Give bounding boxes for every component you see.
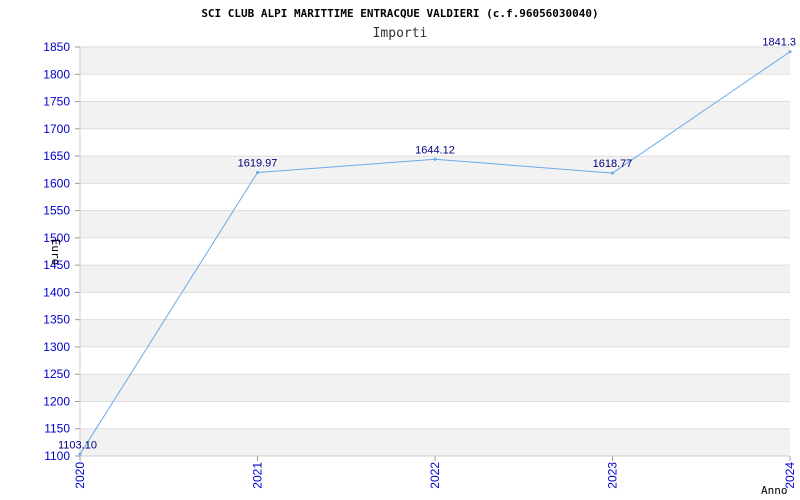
data-label: 1841.3 xyxy=(762,37,796,49)
data-point xyxy=(256,170,259,174)
x-tick-label: 2023 xyxy=(606,462,620,489)
y-tick-label: 1550 xyxy=(43,204,70,218)
y-tick-label: 1400 xyxy=(43,285,70,299)
y-tick-label: 1750 xyxy=(43,95,70,109)
y-tick-label: 1150 xyxy=(44,422,70,436)
grid-band xyxy=(80,374,790,402)
y-tick-label: 1700 xyxy=(43,122,70,136)
y-tick-label: 1250 xyxy=(43,367,70,381)
grid-band xyxy=(80,428,790,456)
data-label: 1103.10 xyxy=(58,439,97,451)
data-label: 1618.77 xyxy=(593,158,633,170)
x-tick-label: 2020 xyxy=(73,462,87,489)
data-label: 1644.12 xyxy=(415,144,455,156)
grid-band xyxy=(80,47,790,75)
grid-band xyxy=(80,265,790,293)
data-label: 1619.97 xyxy=(238,157,278,169)
x-axis-ticks: 2020 2021 2022 2023 2024 xyxy=(73,456,797,489)
chart-subtitle: Importi xyxy=(373,26,428,41)
y-tick-label: 1650 xyxy=(43,149,70,163)
data-point xyxy=(433,157,437,161)
x-axis-label: Anno xyxy=(761,484,788,497)
grid-bands xyxy=(80,47,790,456)
data-point xyxy=(788,50,792,54)
y-tick-label: 1800 xyxy=(43,67,70,81)
y-tick-label: 1600 xyxy=(43,176,70,190)
line-chart: SCI CLUB ALPI MARITTIME ENTRACQUE VALDIE… xyxy=(43,7,797,497)
data-point xyxy=(611,171,614,175)
data-point xyxy=(78,452,82,456)
x-tick-label: 2022 xyxy=(428,462,442,489)
y-tick-label: 1200 xyxy=(43,394,70,408)
y-axis-label: Euro xyxy=(49,239,62,266)
y-tick-label: 1850 xyxy=(43,40,70,54)
chart-title: SCI CLUB ALPI MARITTIME ENTRACQUE VALDIE… xyxy=(201,7,598,20)
y-tick-label: 1300 xyxy=(43,340,70,354)
x-tick-label: 2021 xyxy=(251,462,265,489)
grid-band xyxy=(80,319,790,347)
y-tick-label: 1350 xyxy=(43,313,70,327)
grid-band xyxy=(80,210,790,238)
